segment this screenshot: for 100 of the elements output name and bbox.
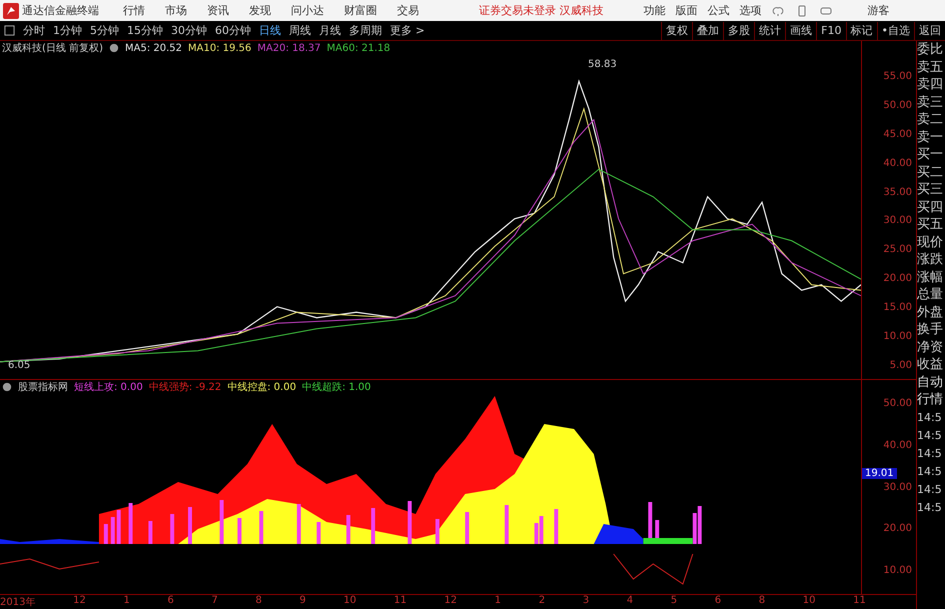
menu-item[interactable]: 选项 bbox=[740, 3, 762, 18]
indicator-value: MA60: 21.18 bbox=[326, 42, 390, 54]
trade-time: 14:5 bbox=[917, 482, 943, 498]
axis-tick-label: 8 bbox=[256, 595, 262, 608]
indicator-bar bbox=[110, 517, 115, 544]
menu-item[interactable]: 公式 bbox=[708, 3, 730, 18]
axis-tick-label: 1 bbox=[123, 595, 130, 608]
period-tab[interactable]: 分时 bbox=[19, 23, 49, 38]
indicator-value: 短线上攻: 0.00 bbox=[74, 380, 143, 394]
trade-time: 14:5 bbox=[917, 500, 943, 516]
quote-label: 委比 bbox=[917, 41, 944, 58]
period-tab[interactable]: 周线 bbox=[285, 23, 315, 38]
period-tab[interactable]: 更多 > bbox=[386, 23, 429, 38]
trade-time: 14:5 bbox=[917, 428, 943, 444]
quote-label: 卖三 bbox=[917, 94, 944, 111]
axis-tick-label: 10.00 bbox=[883, 565, 912, 576]
quote-label: 买四 bbox=[917, 198, 944, 216]
period-tab[interactable]: 15分钟 bbox=[123, 23, 167, 38]
axis-tick-label: 35.00 bbox=[883, 186, 912, 198]
axis-tick-label: 1 bbox=[494, 595, 502, 608]
indicator-bar bbox=[188, 507, 192, 544]
toolbar-button[interactable]: 复权 bbox=[661, 22, 692, 40]
period-tab[interactable]: 多周期 bbox=[345, 23, 386, 38]
axis-tick-label: 7 bbox=[212, 595, 218, 608]
indicator-bar bbox=[104, 524, 108, 544]
toolbar-button[interactable]: F10 bbox=[816, 22, 846, 40]
indicator-value: MA20: 18.37 bbox=[257, 42, 321, 54]
axis-tick-label: 5 bbox=[670, 595, 678, 608]
axis-tick-label: 10 bbox=[344, 595, 356, 608]
menu-item[interactable]: 资讯 bbox=[207, 3, 229, 18]
toolbar-button[interactable]: 统计 bbox=[754, 22, 786, 40]
trade-time: 14:5 bbox=[917, 464, 943, 480]
quote-label: 卖一 bbox=[917, 128, 944, 146]
quote-label: 涨幅 bbox=[917, 268, 944, 286]
quote-label: 买二 bbox=[917, 164, 944, 181]
menu-item[interactable]: 市场 bbox=[165, 3, 187, 18]
axis-tick-label: 10 bbox=[802, 595, 816, 608]
menu-item[interactable]: 问小达 bbox=[291, 3, 324, 18]
user-name[interactable]: 游客 bbox=[868, 3, 890, 18]
trade-time: 14:5 bbox=[917, 446, 943, 462]
quote-label: 卖五 bbox=[917, 58, 944, 76]
quote-label: 净资 bbox=[917, 338, 944, 356]
axis-tick-label: 11 bbox=[394, 595, 407, 608]
axis-tick-label: 6 bbox=[167, 595, 174, 608]
indicator-value: MA10: 19.56 bbox=[188, 42, 252, 54]
chart-title: 汉威科技(日线 前复权) bbox=[2, 42, 103, 55]
quote-label: 卖二 bbox=[917, 111, 944, 128]
axis-tick-label: 30.00 bbox=[883, 482, 912, 492]
toolbar-button[interactable]: 叠加 bbox=[692, 22, 724, 40]
phone-icon[interactable] bbox=[796, 4, 808, 16]
period-tab[interactable]: 1分钟 bbox=[49, 23, 86, 38]
axis-tick-label: 2 bbox=[538, 595, 546, 608]
quote-label: 卖四 bbox=[917, 76, 944, 94]
indicator-bar bbox=[238, 518, 242, 544]
menu-item[interactable]: 发现 bbox=[249, 3, 271, 18]
indicator-title: 股票指标网 bbox=[18, 380, 68, 394]
indicator-value: 中线超跌: 1.00 bbox=[302, 380, 371, 394]
app-name: 通达信金融终端 bbox=[22, 3, 99, 18]
indicator-value: MA5: 20.52 bbox=[124, 42, 182, 54]
menu-item[interactable]: 交易 bbox=[397, 3, 419, 18]
menu-item[interactable]: 财富圈 bbox=[344, 3, 377, 18]
menu-item[interactable]: 功能 bbox=[644, 3, 666, 18]
toolbar-button[interactable]: 标记 bbox=[846, 22, 876, 40]
quote-label: 总量 bbox=[917, 286, 944, 304]
toolbar-button[interactable]: •自选 bbox=[876, 22, 914, 40]
toolbar-button[interactable]: 多股 bbox=[723, 22, 754, 40]
period-tab[interactable]: 月线 bbox=[315, 23, 345, 38]
axis-tick-label: 5.00 bbox=[890, 360, 912, 371]
axis-tick-label: 4 bbox=[626, 595, 634, 608]
indicator-bar bbox=[259, 511, 264, 544]
indicator-bar bbox=[371, 508, 376, 544]
menu-item[interactable]: 行情 bbox=[123, 3, 145, 18]
period-tab[interactable]: 30分钟 bbox=[167, 23, 211, 38]
trade-time: 14:5 bbox=[917, 410, 943, 426]
period-tab[interactable]: 5分钟 bbox=[86, 23, 123, 38]
axis-tick-label: 40.00 bbox=[883, 440, 912, 451]
quote-label: 买一 bbox=[917, 146, 944, 164]
axis-tick-label: 3 bbox=[582, 595, 590, 608]
quote-label: 换手 bbox=[917, 321, 944, 338]
logo-icon bbox=[3, 2, 19, 18]
indicator-bar bbox=[220, 500, 224, 544]
period-tab[interactable]: 日线 bbox=[255, 23, 285, 38]
panel-tab[interactable]: 自动 bbox=[917, 374, 945, 391]
indicator-bar bbox=[170, 514, 174, 544]
axis-tick-label: 50.00 bbox=[883, 100, 912, 111]
quote-label: 现价 bbox=[917, 234, 944, 251]
axis-tick-label: 11 bbox=[853, 595, 866, 608]
login-notice[interactable]: 证券交易未登录 汉威科技 bbox=[479, 3, 604, 18]
axis-tick-label: 8 bbox=[758, 595, 766, 608]
indicator-bar bbox=[296, 504, 301, 544]
indicator-value: 中线强势: -9.22 bbox=[148, 380, 222, 394]
indicator-bar bbox=[148, 521, 152, 544]
quote-label: 收益 bbox=[917, 356, 944, 374]
high-price-label: 58.83 bbox=[588, 59, 617, 70]
toolbar-button[interactable]: 画线 bbox=[785, 22, 816, 40]
panel-tab[interactable]: 行情 bbox=[917, 391, 945, 408]
indicator-bar bbox=[346, 515, 350, 544]
menu-item[interactable]: 版面 bbox=[676, 3, 698, 18]
period-tab[interactable]: 60分钟 bbox=[211, 23, 255, 38]
toolbar-button[interactable]: 返回 bbox=[914, 22, 945, 40]
